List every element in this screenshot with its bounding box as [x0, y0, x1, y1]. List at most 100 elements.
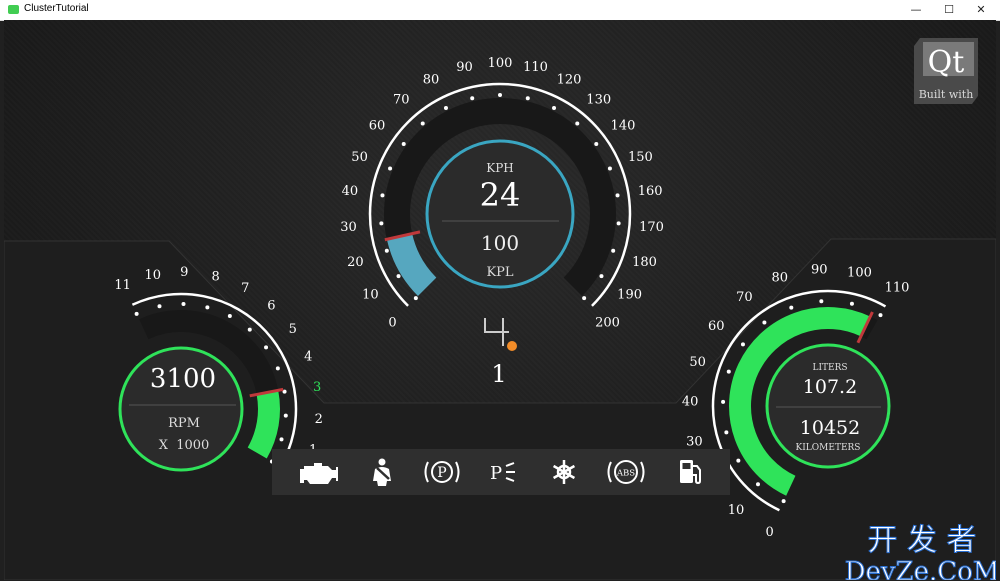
tick-dot — [594, 142, 599, 147]
speedometer: 0 10 20 30 40 50 60 70 80 90 100 110 120 130140 150 160… — [340, 56, 664, 330]
tick-label: 110 — [523, 60, 548, 75]
tick-dot — [379, 221, 384, 226]
tick-label: 100 — [847, 266, 872, 281]
liters-value: 107.2 — [803, 376, 857, 398]
tick-dot — [413, 296, 418, 301]
tick-label: 40 — [682, 395, 699, 410]
qt-logo: Qt Built with — [914, 38, 978, 104]
svg-text:开 发 者: 开 发 者 — [867, 523, 976, 558]
tick-label: 70 — [736, 290, 753, 305]
close-button[interactable]: ✕ — [966, 0, 996, 20]
svg-text:Qt: Qt — [928, 45, 965, 80]
tick-dot — [396, 274, 401, 279]
tick-dot — [552, 105, 557, 110]
maximize-button[interactable]: ☐ — [934, 0, 964, 20]
tick-dot — [470, 96, 475, 101]
tick-label: 6 — [267, 299, 275, 314]
tick-dot — [227, 314, 232, 319]
tick-dot — [388, 166, 393, 171]
tick-dot — [740, 342, 745, 347]
tick-label: 2 — [315, 412, 323, 427]
tick-dot — [275, 366, 280, 371]
tick-label: 9 — [180, 265, 188, 280]
tick-label: 10 — [362, 287, 379, 302]
economy-unit: KPL — [486, 265, 513, 280]
speed-unit: KPH — [486, 161, 514, 175]
tick-dot — [157, 304, 162, 309]
tick-dot — [849, 301, 854, 306]
tick-dot — [819, 299, 824, 304]
tick-label: 10 — [144, 268, 161, 283]
tick-label: 7 — [241, 281, 249, 296]
rpm-multiplier: X 1000 — [159, 438, 210, 453]
app-window: ClusterTutorial — ☐ ✕ 0 10 20 30 40 50 60 70 80 9… — [0, 0, 1000, 581]
tick-dot — [611, 248, 616, 253]
tick-label: 20 — [347, 255, 364, 270]
tick-dot — [599, 274, 604, 279]
cluster-panel: 0102030405060708090 100 110120130140150160… — [4, 56, 996, 580]
cluster-stage: 0 10 20 30 40 50 60 70 80 90 100 110 120 130 140 150 160… — [4, 20, 996, 580]
svg-text:ABS: ABS — [616, 469, 635, 479]
title-bar[interactable]: ClusterTutorial — ☐ ✕ — [0, 0, 1000, 21]
tick-label: 100 — [488, 56, 513, 71]
tick-dot — [724, 430, 729, 435]
tick-label: 40 — [342, 184, 359, 199]
tick-dot — [181, 302, 186, 307]
rpm-unit: RPM — [168, 416, 200, 431]
tick-label: 4 — [304, 350, 312, 365]
tick-dot — [420, 121, 425, 126]
parking-lights-icon: P — [490, 462, 515, 484]
gear-shift-icon — [484, 318, 509, 346]
tick-label: 150 — [628, 150, 653, 165]
tick-dot — [575, 121, 580, 126]
tick-dot — [607, 166, 612, 171]
tick-label: 80 — [772, 271, 789, 286]
svg-text:P: P — [437, 465, 446, 481]
warning-icon-bar: P P ABS — [272, 449, 730, 495]
minimize-button[interactable]: — — [901, 0, 931, 20]
tick-dot — [498, 93, 502, 97]
tick-dot — [616, 221, 621, 226]
tick-label: 160 — [638, 184, 663, 199]
tick-label: 120 — [557, 73, 582, 88]
tick-label: 90 — [456, 60, 473, 75]
abs-icon: ABS — [607, 460, 645, 484]
tick-dot — [721, 399, 726, 404]
tick-label: 140 — [611, 119, 636, 134]
economy-value: 100 — [481, 231, 519, 255]
watermark: 开 发 者 DevZe.CoM — [844, 523, 996, 581]
rpm-value: 3100 — [150, 364, 216, 394]
tick-dot — [789, 305, 794, 310]
tick-label: 60 — [369, 119, 386, 134]
tick-dot — [247, 327, 252, 332]
tick-label: 180 — [632, 255, 657, 270]
tick-dot — [726, 369, 731, 374]
tick-label: 70 — [393, 92, 410, 107]
speed-value: 24 — [480, 176, 521, 214]
km-value: 10452 — [800, 417, 860, 439]
tick-dot — [755, 482, 760, 487]
tick-label: 30 — [340, 220, 357, 235]
tick-label: 30 — [686, 435, 703, 450]
tick-label: 170 — [639, 220, 664, 235]
tick-label: 0 — [766, 525, 774, 540]
tick-dot — [762, 320, 767, 325]
tick-dot — [443, 105, 448, 110]
tick-dot — [736, 458, 741, 463]
speed-fill — [386, 233, 437, 297]
tick-dot — [380, 193, 385, 198]
tick-label: 80 — [423, 73, 440, 88]
svg-text:DevZe.CoM: DevZe.CoM — [845, 557, 996, 580]
tick-dot — [205, 305, 210, 310]
gear-value: 1 — [491, 360, 506, 388]
tick-label: 90 — [811, 262, 828, 277]
liters-label: LITERS — [812, 363, 847, 373]
tick-label: 8 — [212, 269, 220, 284]
rpm-fill — [247, 390, 280, 459]
app-icon — [8, 5, 19, 14]
tick-label: 10 — [728, 503, 745, 518]
ac-icon — [552, 460, 576, 484]
tick-dot — [582, 296, 587, 301]
svg-text:P: P — [490, 463, 502, 484]
tick-dot — [279, 437, 284, 442]
